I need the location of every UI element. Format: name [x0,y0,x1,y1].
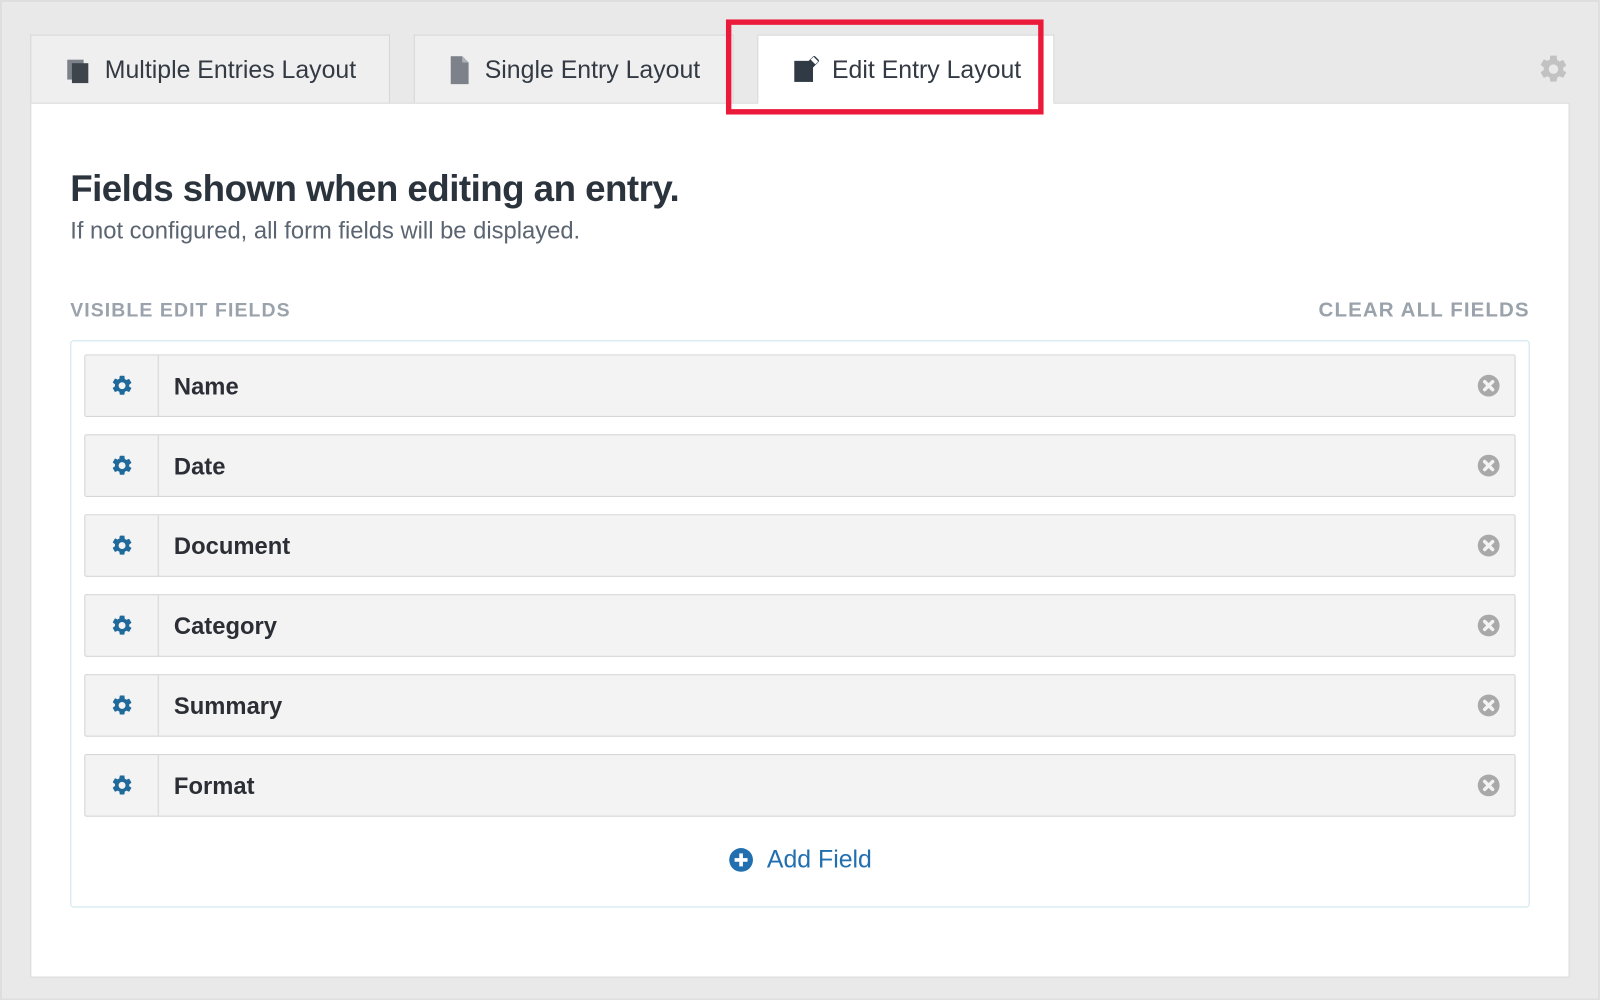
gear-icon [1537,53,1569,85]
settings-button[interactable] [1537,35,1569,104]
field-row[interactable]: Category [84,594,1515,657]
field-row[interactable]: Date [84,434,1515,497]
field-label: Name [159,371,1463,401]
tab-edit-entry[interactable]: Edit Entry Layout [757,35,1054,104]
gear-icon [110,694,134,718]
plus-circle-icon [728,846,754,872]
field-settings-button[interactable] [85,755,158,815]
field-remove-button[interactable] [1463,454,1515,478]
page-subtitle: If not configured, all form fields will … [70,217,1529,245]
field-settings-button[interactable] [85,515,158,575]
tab-single-entry[interactable]: Single Entry Layout [413,35,733,104]
gear-icon [110,614,134,638]
field-remove-button[interactable] [1463,614,1515,638]
field-remove-button[interactable] [1463,534,1515,558]
close-circle-icon [1477,694,1501,718]
field-row[interactable]: Name [84,354,1515,417]
add-field-button[interactable]: Add Field [84,845,1515,874]
visible-fields-dropzone[interactable]: Name Date [70,340,1529,907]
clear-all-button[interactable]: CLEAR ALL FIELDS [1319,299,1530,323]
tab-label: Edit Entry Layout [832,55,1021,84]
section-header-row: VISIBLE EDIT FIELDS CLEAR ALL FIELDS [70,299,1529,323]
tab-multiple-entries[interactable]: Multiple Entries Layout [30,35,389,104]
tab-label: Multiple Entries Layout [105,55,356,84]
field-remove-button[interactable] [1463,374,1515,398]
stack-icon [64,56,92,84]
page-icon [447,56,472,84]
close-circle-icon [1477,773,1501,797]
close-circle-icon [1477,534,1501,558]
field-settings-button[interactable] [85,355,158,415]
gear-icon [110,374,134,398]
field-label: Format [159,770,1463,800]
field-settings-button[interactable] [85,675,158,735]
layout-editor: Multiple Entries Layout Single Entry Lay… [2,2,1598,998]
field-label: Document [159,530,1463,560]
field-label: Date [159,450,1463,480]
close-circle-icon [1477,614,1501,638]
gear-icon [110,534,134,558]
field-label: Category [159,610,1463,640]
edit-layout-panel: Fields shown when editing an entry. If n… [30,103,1569,978]
visible-fields-label: VISIBLE EDIT FIELDS [70,299,290,322]
close-circle-icon [1477,454,1501,478]
field-remove-button[interactable] [1463,773,1515,797]
field-remove-button[interactable] [1463,694,1515,718]
gear-icon [110,454,134,478]
page-title: Fields shown when editing an entry. [70,169,1529,211]
field-row[interactable]: Document [84,514,1515,577]
field-label: Summary [159,690,1463,720]
gear-icon [110,773,134,797]
edit-icon [791,56,819,84]
field-row[interactable]: Summary [84,674,1515,737]
field-settings-button[interactable] [85,435,158,495]
field-settings-button[interactable] [85,595,158,655]
field-row[interactable]: Format [84,754,1515,817]
close-circle-icon [1477,374,1501,398]
add-field-label: Add Field [767,845,872,874]
tab-bar: Multiple Entries Layout Single Entry Lay… [6,6,1593,103]
tab-label: Single Entry Layout [485,55,700,84]
